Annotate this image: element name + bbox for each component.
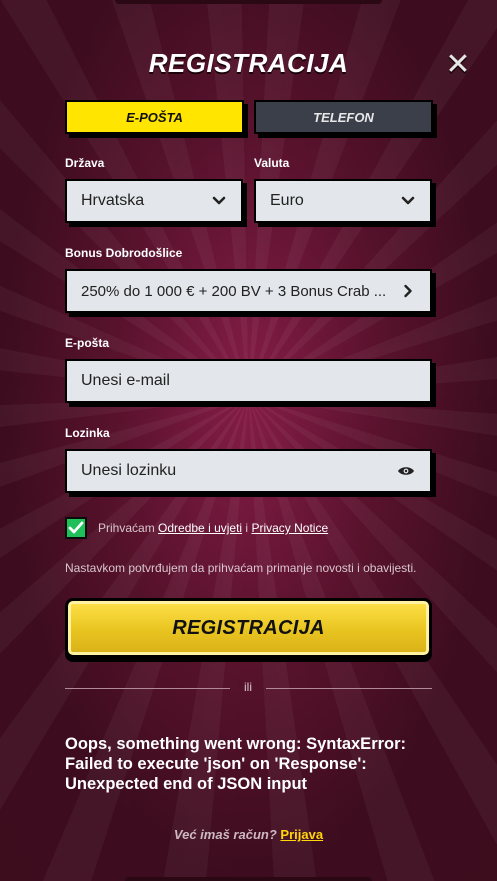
terms-link[interactable]: Odredbe i uvjeti [158, 521, 242, 535]
divider-text: ili [244, 680, 252, 694]
bonus-value: 250% do 1 000 € + 200 BV + 3 Bonus Crab … [81, 282, 387, 300]
top-edge [115, 0, 382, 4]
country-label: Država [65, 156, 105, 170]
email-label: E-pošta [65, 336, 110, 350]
consent-prefix: Prihvaćam [98, 521, 155, 535]
consent-separator: i [245, 521, 249, 535]
currency-value: Euro [270, 192, 304, 209]
privacy-link[interactable]: Privacy Notice [251, 521, 328, 535]
country-select[interactable]: Hrvatska [65, 179, 243, 223]
chevron-down-icon [400, 193, 416, 209]
checkmark-icon [68, 521, 84, 534]
password-placeholder: Unesi lozinku [81, 462, 177, 479]
chevron-right-icon [400, 283, 416, 299]
newsletter-notice: Nastavkom potvrđujem da prihvaćam priman… [65, 561, 417, 575]
eye-icon[interactable] [396, 463, 416, 479]
register-button[interactable]: REGISTRACIJA [65, 598, 432, 658]
bonus-label: Bonus Dobrodošlice [65, 246, 183, 260]
divider-right [266, 688, 432, 689]
bottom-edge [125, 877, 372, 881]
page-title: REGISTRACIJA [148, 48, 349, 78]
consent-text: Prihvaćam Odredbe i uvjeti i Privacy Not… [98, 521, 328, 535]
error-message: Oops, something went wrong: SyntaxError:… [65, 735, 407, 793]
bonus-select[interactable]: 250% do 1 000 € + 200 BV + 3 Bonus Crab … [65, 269, 432, 313]
login-prompt: Već imaš račun? Prijava [0, 827, 497, 842]
password-field[interactable]: Unesi lozinku [65, 449, 432, 493]
consent-checkbox[interactable] [65, 517, 87, 539]
email-field[interactable]: Unesi e-mail [65, 359, 432, 403]
tab-email[interactable]: E-POŠTA [65, 100, 244, 134]
currency-select[interactable]: Euro [254, 179, 432, 223]
currency-label: Valuta [254, 156, 290, 170]
login-link[interactable]: Prijava [280, 827, 323, 842]
close-icon[interactable]: ✕ [445, 50, 471, 80]
email-placeholder: Unesi e-mail [81, 372, 170, 389]
divider-left [65, 688, 230, 689]
chevron-down-icon [211, 193, 227, 209]
country-value: Hrvatska [81, 192, 145, 209]
tab-phone[interactable]: TELEFON [254, 100, 433, 134]
password-label: Lozinka [65, 426, 110, 440]
login-question: Već imaš račun? [173, 827, 277, 842]
